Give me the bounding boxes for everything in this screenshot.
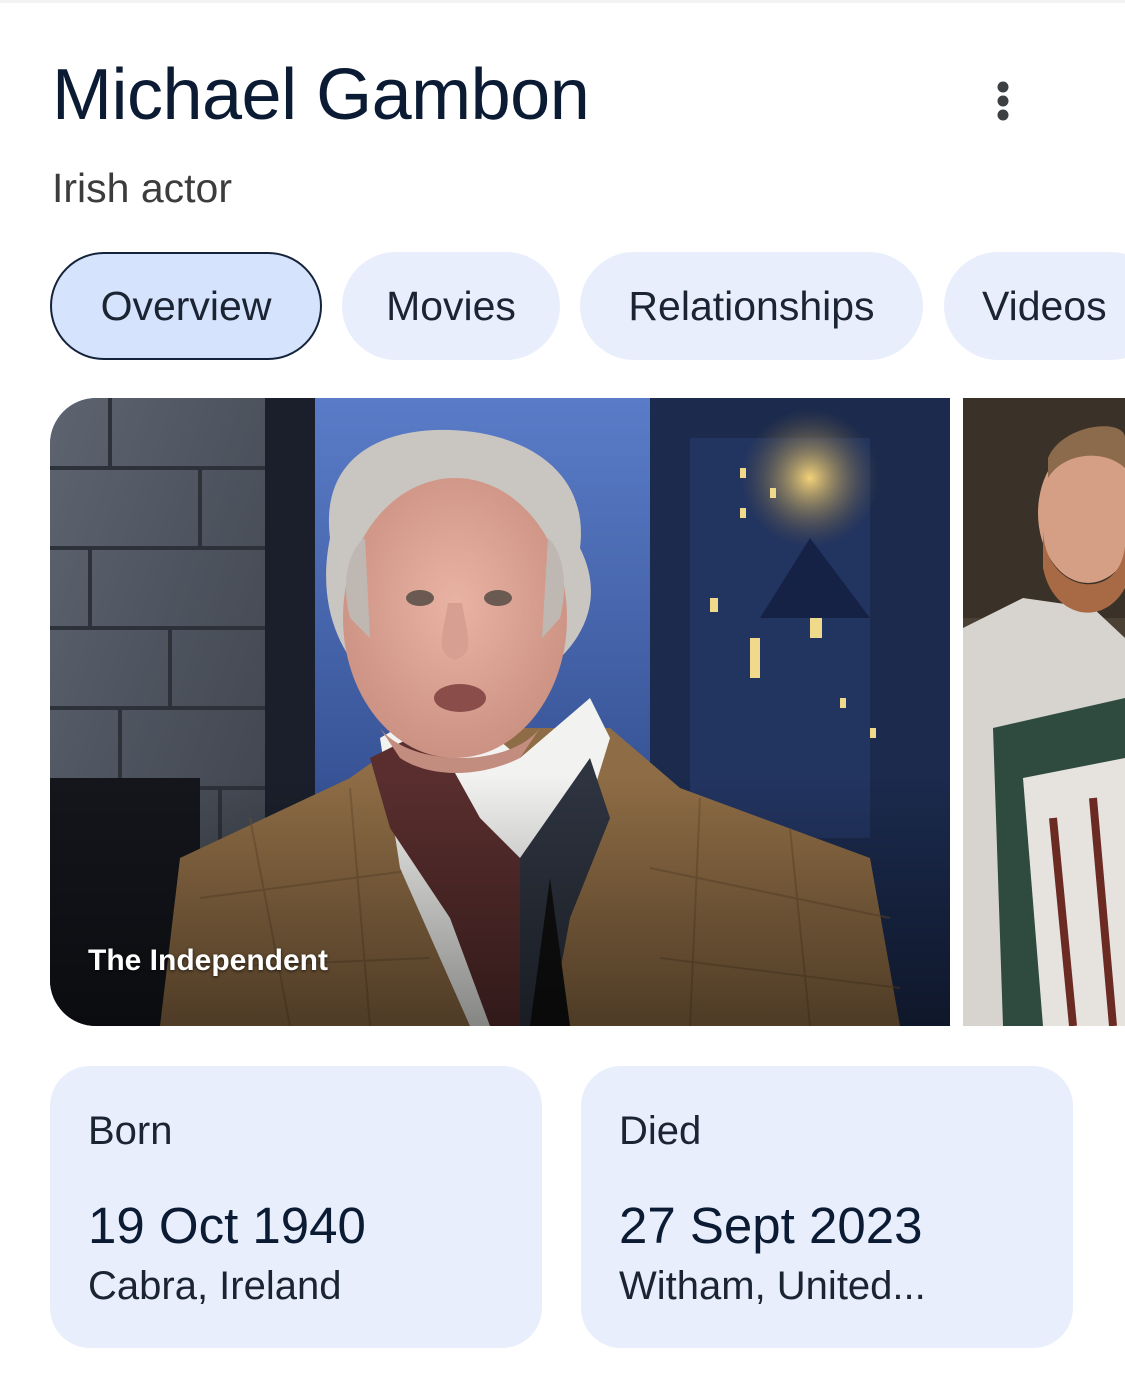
tab-relationships[interactable]: Relationships [580, 252, 923, 360]
image-source-label: The Independent [88, 944, 328, 977]
tab-bar: Overview Movies Relationships Videos [50, 252, 1125, 364]
portrait-image [50, 398, 950, 1026]
died-card[interactable]: Died 27 Sept 2023 Witham, United... [581, 1066, 1073, 1348]
born-date: 19 Oct 1940 [88, 1197, 366, 1254]
tab-movies[interactable]: Movies [342, 252, 560, 360]
secondary-photo[interactable] [963, 398, 1125, 1026]
died-date: 27 Sept 2023 [619, 1197, 923, 1254]
tab-overview[interactable]: Overview [50, 252, 322, 360]
born-place: Cabra, Ireland [88, 1264, 342, 1308]
more-options-button[interactable] [983, 76, 1023, 126]
entity-title: Michael Gambon [52, 55, 590, 135]
died-place: Witham, United... [619, 1264, 926, 1308]
died-label: Died [619, 1109, 702, 1153]
secondary-image [963, 398, 1125, 1026]
born-label: Born [88, 1109, 173, 1153]
main-photo[interactable]: The Independent [50, 398, 950, 1026]
entity-description: Irish actor [52, 165, 232, 211]
top-divider [0, 0, 1125, 3]
born-card[interactable]: Born 19 Oct 1940 Cabra, Ireland [50, 1066, 542, 1348]
more-vert-icon [997, 81, 1009, 121]
tab-videos[interactable]: Videos [944, 252, 1125, 360]
